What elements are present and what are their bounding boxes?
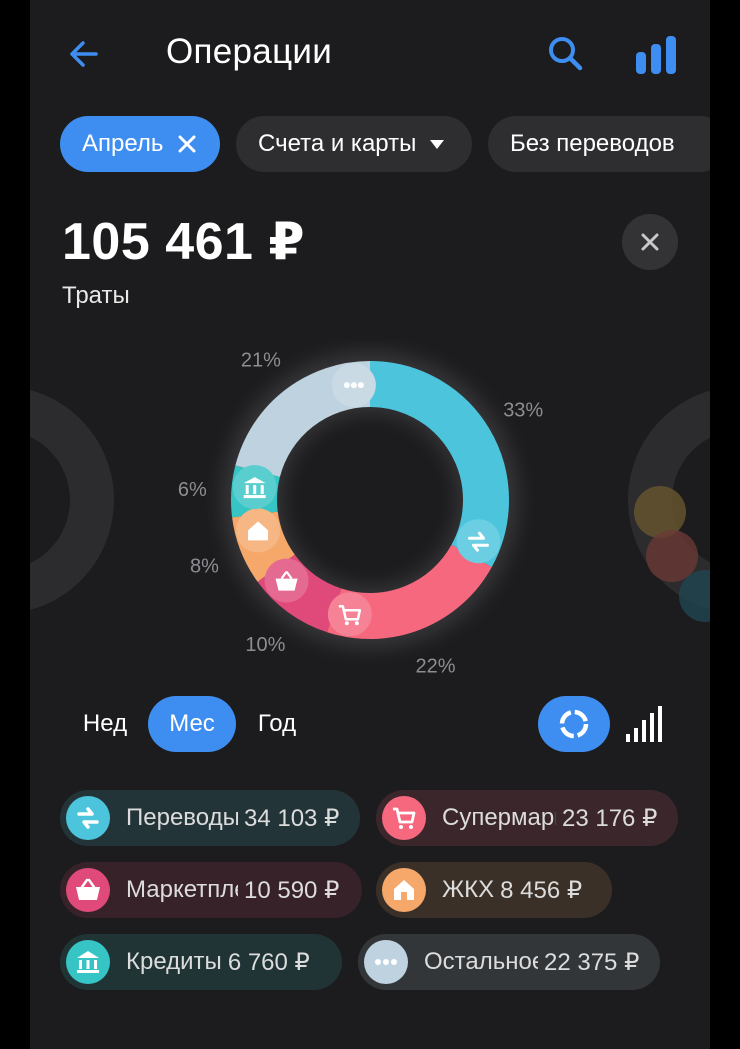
basket-icon [66, 868, 110, 912]
donut-label-3: 8% [190, 556, 219, 578]
transfer-icon [66, 796, 110, 840]
donut-label-1: 22% [416, 656, 456, 678]
category-name: Переводы [126, 804, 238, 831]
category-pill-utilities[interactable]: ЖКХ 8 456 ₽ [376, 862, 612, 918]
segment-marker-dots-icon [331, 363, 376, 408]
segment-marker-house-icon [236, 508, 281, 553]
period-week[interactable]: Нед [70, 696, 140, 752]
category-name: Кредиты [126, 948, 222, 975]
close-button[interactable] [622, 214, 678, 270]
category-pill-transfers[interactable]: Переводы 34 103 ₽ [60, 790, 360, 846]
segment-marker-bank-icon [232, 465, 277, 510]
dots-icon [364, 940, 408, 984]
total-amount: 105 461 ₽ [62, 213, 306, 271]
segment-marker-basket-icon [264, 558, 309, 603]
bar-chart-icon[interactable] [634, 36, 678, 74]
segment-marker-cart-icon [327, 592, 372, 637]
category-pill-marketplaces[interactable]: Маркетплейсы 10 590 ₽ [60, 862, 362, 918]
arrow-left-icon[interactable] [66, 36, 102, 72]
donut-chart-icon [559, 709, 589, 739]
dropdown-icon [430, 139, 445, 149]
donut-view-button[interactable] [538, 696, 610, 752]
total-label: Траты [62, 282, 130, 309]
category-name: Маркетплейсы [126, 876, 238, 903]
category-pill-credits[interactable]: Кредиты 6 760 ₽ [60, 934, 342, 990]
close-icon[interactable] [177, 134, 197, 154]
house-icon [382, 868, 426, 912]
category-sum: 22 375 ₽ [544, 948, 640, 976]
filter-chip-month[interactable]: Апрель [60, 116, 220, 172]
previous-chart-ring [30, 390, 114, 610]
spending-donut-chart[interactable]: 33% 22% 10% 8% 6% 21% [30, 340, 710, 690]
category-name: Супермаркеты [442, 804, 556, 831]
category-name: ЖКХ [442, 876, 495, 903]
donut-label-2: 10% [245, 634, 285, 656]
donut-label-4: 6% [178, 479, 207, 501]
category-pill-other[interactable]: Остальное 22 375 ₽ [358, 934, 660, 990]
category-sum: 23 176 ₽ [562, 804, 658, 832]
filter-chip-label: Счета и карты [258, 130, 417, 157]
bank-icon [66, 940, 110, 984]
filter-chip-accounts[interactable]: Счета и карты [236, 116, 472, 172]
category-sum: 6 760 ₽ [227, 948, 310, 976]
period-year[interactable]: Год [244, 696, 310, 752]
category-sum: 34 103 ₽ [244, 804, 340, 832]
period-month[interactable]: Мес [148, 696, 236, 752]
donut-label-0: 33% [503, 399, 543, 421]
filter-chip-label: Без переводов [510, 130, 675, 157]
category-name: Остальное [424, 948, 538, 975]
segment-marker-transfer-icon [456, 519, 501, 564]
cart-icon [382, 796, 426, 840]
filter-chip-label: Апрель [82, 130, 164, 157]
page-title: Операции [166, 32, 333, 71]
search-icon[interactable] [546, 34, 586, 74]
close-icon [641, 233, 659, 251]
donut-label-5: 21% [241, 349, 281, 371]
filter-chip-no-transfers[interactable]: Без переводов [488, 116, 710, 172]
category-sum: 10 590 ₽ [244, 876, 340, 904]
operations-screen: Операции Апрель Счета и карты Без перево… [30, 0, 710, 1049]
category-sum: 8 456 ₽ [500, 876, 583, 904]
category-pill-supermarkets[interactable]: Супермаркеты 23 176 ₽ [376, 790, 678, 846]
signal-bars-icon[interactable] [626, 706, 662, 742]
